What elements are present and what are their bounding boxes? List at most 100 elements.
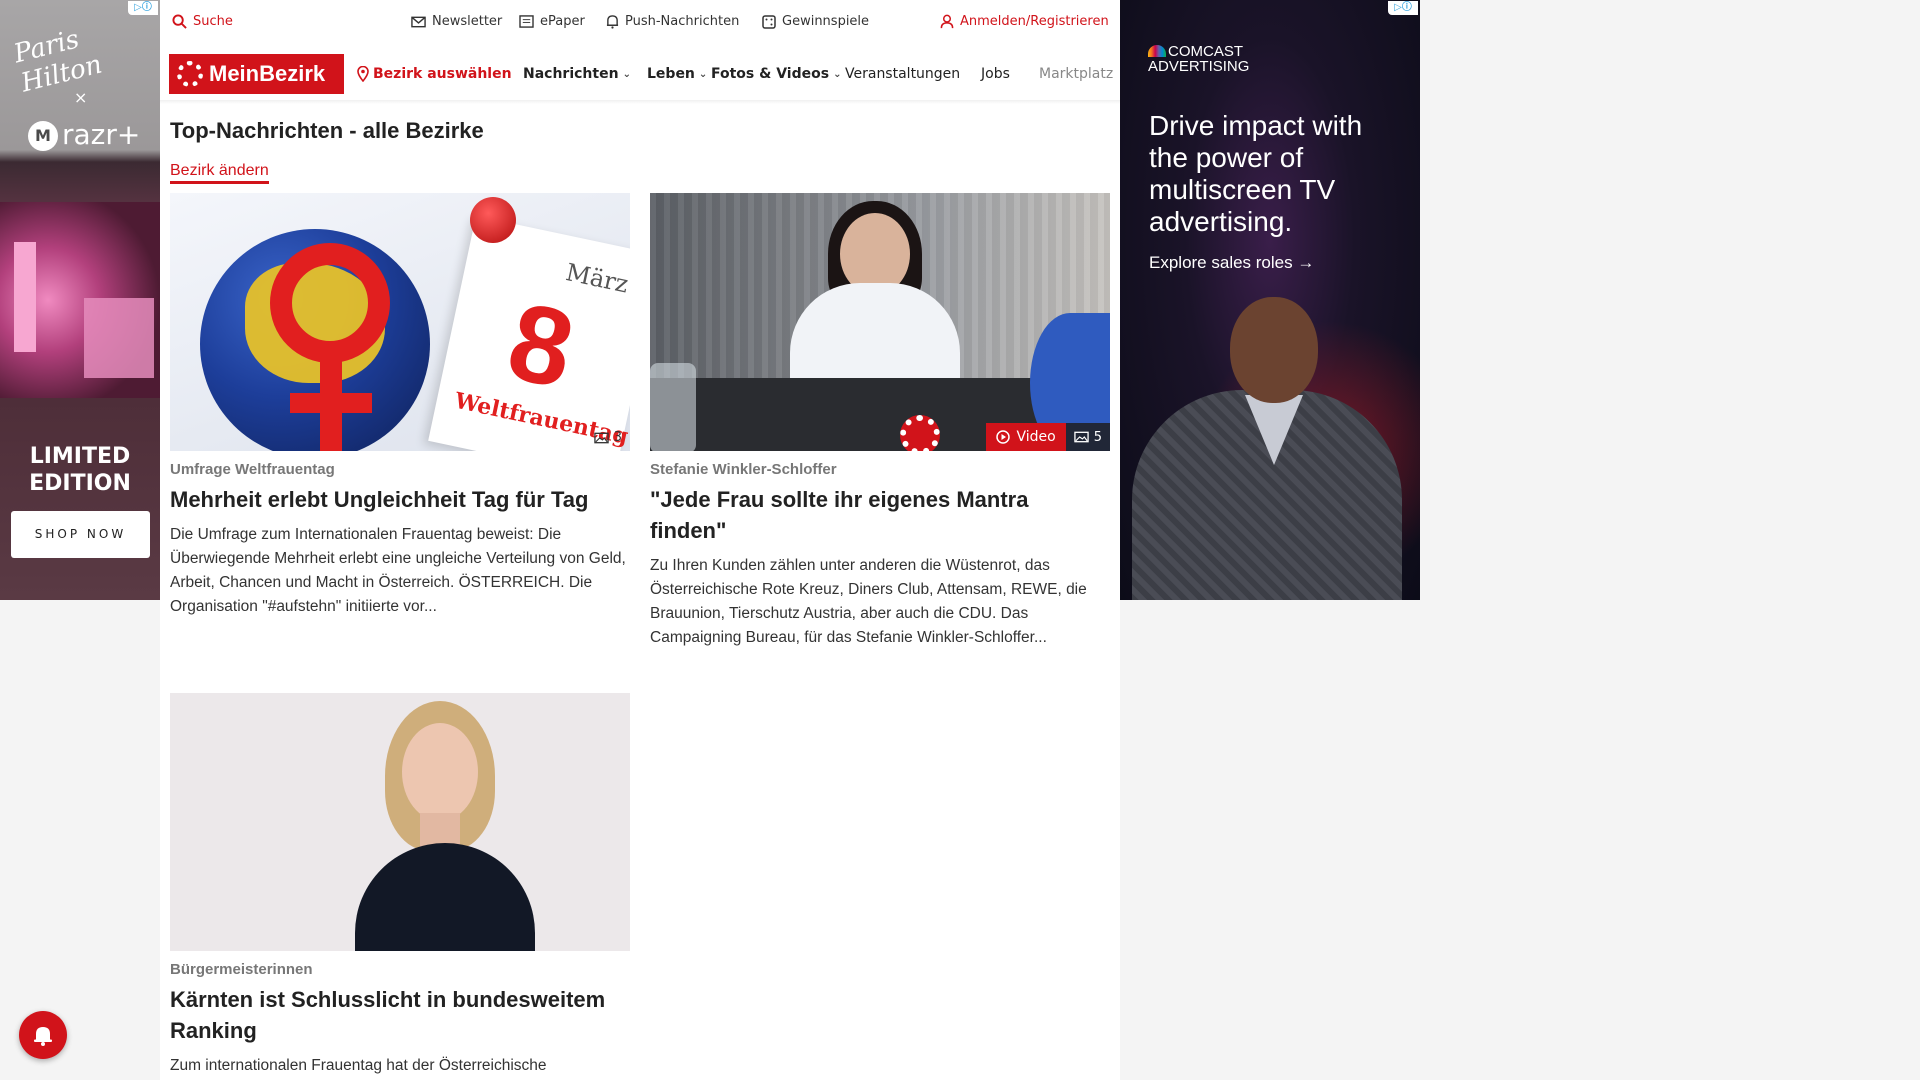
nav-shadow	[160, 100, 1120, 104]
ad-partner-name: razr+	[62, 118, 141, 151]
meinbezirk-mark-icon	[900, 415, 940, 451]
games-label: Gewinnspiele	[782, 14, 870, 29]
nav-item-veranstaltungen[interactable]: Veranstaltungen	[845, 66, 960, 82]
notification-bell-button[interactable]	[19, 1011, 67, 1059]
article-kicker: Stefanie Winkler-Schloffer	[650, 461, 837, 478]
push-pin-shape	[470, 197, 516, 243]
right-skyscraper-ad[interactable]: ▷ⓘ COMCAST ADVERTISING Drive impact with…	[1120, 0, 1420, 600]
district-selector[interactable]: Bezirk auswählen	[357, 66, 512, 82]
chevron-down-icon: ⌄	[622, 68, 631, 80]
newspaper-icon	[519, 15, 534, 28]
article-image[interactable]	[170, 693, 630, 951]
nav-item-fotos-videos[interactable]: Fotos & Videos ⌄	[711, 66, 841, 82]
venus-symbol	[270, 243, 390, 363]
logo-text: MeinBezirk	[209, 61, 326, 86]
search-link[interactable]: Suche	[172, 14, 233, 29]
nav-item-label: Nachrichten	[523, 66, 619, 82]
main-navigation: MeinBezirk Bezirk auswählen Nachrichten ⌄…	[169, 54, 1120, 98]
video-badge: Video	[986, 423, 1066, 451]
nav-item-nachrichten[interactable]: Nachrichten ⌄	[523, 66, 631, 82]
nav-item-label: Jobs	[981, 66, 1010, 82]
user-icon	[940, 14, 954, 29]
photo-count-badge: 5	[1065, 423, 1110, 451]
calendar-day: 8	[498, 279, 584, 413]
chevron-down-icon: ⌄	[833, 68, 842, 80]
person-top	[355, 843, 535, 951]
ad-bottle-shape	[14, 242, 36, 352]
calendar-sheet: März 8 Weltfrauentag	[428, 215, 630, 451]
utility-bar: Suche Newsletter ePaper Push-Nachrichten…	[160, 0, 1120, 45]
photo-count: 3	[613, 430, 622, 445]
play-circle-icon	[996, 430, 1011, 444]
ad-cta-link[interactable]: Explore sales roles →	[1149, 253, 1314, 273]
media-badges: Video 5	[986, 423, 1110, 451]
ad-brand-line2: ADVERTISING	[1148, 58, 1250, 75]
article-teaser: Zu Ihren Kunden zählen unter anderen die…	[650, 557, 1087, 646]
nav-item-label: Marktplatz	[1039, 66, 1114, 82]
article-card[interactable]: Bürgermeisterinnen Kärnten ist Schlussli…	[170, 693, 630, 1078]
carafe-shape	[650, 363, 696, 451]
newsletter-link[interactable]: Newsletter	[411, 14, 502, 29]
adchoices-icon[interactable]: ▷ⓘ	[1388, 1, 1418, 15]
nav-item-label: Veranstaltungen	[845, 66, 961, 82]
bell-icon	[34, 1027, 52, 1046]
logo-flower-icon	[177, 61, 203, 87]
ad-shop-now-button[interactable]: SHOP NOW	[11, 511, 150, 558]
login-link[interactable]: Anmelden/Registrieren	[940, 14, 1109, 29]
article-image[interactable]: März 8 Weltfrauentag 3	[170, 193, 630, 451]
gallery-icon	[1074, 431, 1089, 443]
article-kicker: Umfrage Weltfrauentag	[170, 461, 335, 478]
ad-headline: Drive impact with the power of multiscre…	[1149, 110, 1363, 237]
venus-bar	[290, 393, 372, 413]
change-district-link[interactable]: Bezirk ändern	[170, 162, 269, 184]
article-teaser: Die Umfrage zum Internationalen Frauenta…	[170, 526, 626, 615]
nav-item-leben[interactable]: Leben ⌄	[647, 66, 707, 82]
district-label: Bezirk auswählen	[373, 66, 512, 82]
epaper-link[interactable]: ePaper	[519, 14, 585, 29]
ad-collab-x: ×	[74, 88, 88, 107]
photo-count: 5	[1093, 429, 1102, 445]
search-label: Suche	[193, 14, 233, 29]
photo-count-badge: 3	[594, 430, 622, 445]
ad-brand: COMCAST ADVERTISING	[1148, 44, 1249, 74]
nav-item-label: Leben	[647, 66, 695, 82]
envelope-icon	[411, 16, 426, 27]
ad-partner-logo: Mrazr+	[28, 118, 140, 151]
push-label: Push-Nachrichten	[625, 14, 740, 29]
ad-product-image	[0, 202, 160, 398]
search-icon	[172, 14, 187, 29]
left-skyscraper-ad[interactable]: ▷ⓘ Paris Hilton × Mrazr+ LIMITED EDITION…	[0, 0, 160, 600]
ad-brand-script: Paris Hilton	[10, 24, 106, 99]
article-teaser: Zum internationalen Frauentag hat der Ös…	[170, 1057, 547, 1074]
map-pin-icon	[357, 66, 369, 82]
nav-item-label: Fotos & Videos	[711, 66, 830, 82]
video-label: Video	[1016, 429, 1056, 445]
site-logo[interactable]: MeinBezirk	[169, 54, 344, 94]
article-headline[interactable]: "Jede Frau sollte ihr eigenes Mantra fin…	[650, 484, 1110, 546]
chevron-down-icon: ⌄	[698, 68, 708, 80]
bell-icon	[606, 15, 619, 29]
dice-icon	[762, 14, 776, 29]
article-kicker: Bürgermeisterinnen	[170, 961, 313, 978]
gallery-icon	[594, 432, 609, 443]
article-image[interactable]: Video 5	[650, 193, 1110, 451]
main-content: Suche Newsletter ePaper Push-Nachrichten…	[160, 0, 1120, 1080]
push-link[interactable]: Push-Nachrichten	[606, 14, 739, 29]
page-title: Top-Nachrichten - alle Bezirke	[170, 118, 484, 143]
person-face	[402, 723, 478, 821]
article-card[interactable]: Video 5 Stefanie Winkler-Schloffer "Jede…	[650, 193, 1110, 650]
ad-box-shape	[84, 298, 154, 378]
ad-person-head	[1230, 297, 1318, 403]
article-card[interactable]: März 8 Weltfrauentag 3 Umfrage Weltfraue…	[170, 193, 630, 619]
nav-item-marktplatz[interactable]: Marktplatz	[1039, 66, 1113, 82]
epaper-label: ePaper	[540, 14, 585, 29]
article-headline[interactable]: Mehrheit erlebt Ungleichheit Tag für Tag	[170, 484, 630, 515]
peacock-icon	[1148, 45, 1166, 57]
newsletter-label: Newsletter	[432, 14, 503, 29]
nav-item-jobs[interactable]: Jobs	[981, 66, 1010, 82]
motorola-icon: M	[28, 121, 58, 151]
ad-edition-text: LIMITED EDITION	[29, 444, 131, 496]
login-label: Anmelden/Registrieren	[960, 14, 1109, 29]
article-headline[interactable]: Kärnten ist Schlusslicht in bundesweitem…	[170, 984, 630, 1046]
games-link[interactable]: Gewinnspiele	[762, 14, 869, 29]
